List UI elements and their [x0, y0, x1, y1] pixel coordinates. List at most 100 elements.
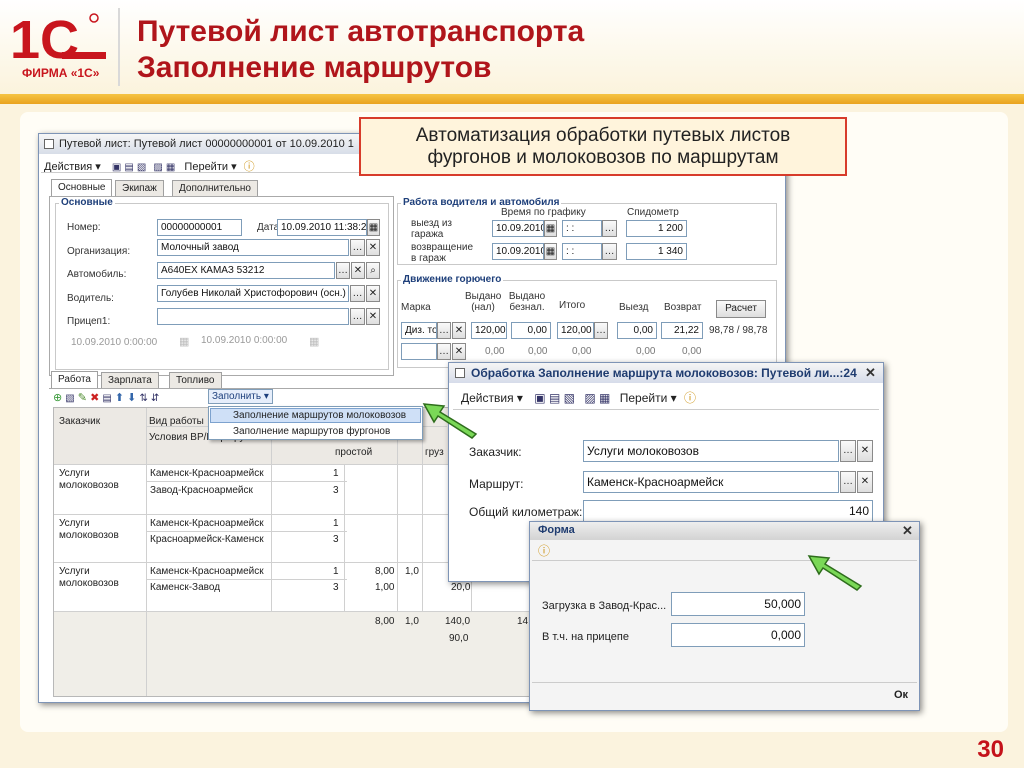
- date-field[interactable]: 10.09.2010 11:38:24: [277, 219, 367, 236]
- route-1-2[interactable]: Завод-Красноармейск: [150, 485, 253, 496]
- tab-salary[interactable]: Зарплата: [101, 372, 159, 388]
- return-time-button[interactable]: …: [602, 243, 617, 260]
- fuel-noncash-header: Выдано безнал.: [507, 291, 547, 313]
- trailer-select-button[interactable]: …: [350, 308, 365, 325]
- fuel-brand-select-button-2[interactable]: …: [437, 343, 451, 360]
- processing-goto-label: Перейти: [619, 391, 668, 405]
- move-up-icon[interactable]: ⬆: [115, 392, 124, 404]
- processing-route-clear-icon[interactable]: ✕: [857, 471, 873, 493]
- return-time[interactable]: : :: [562, 243, 602, 260]
- depart-time-button[interactable]: …: [602, 220, 617, 237]
- fuel-noncash-field[interactable]: 0,00: [511, 322, 551, 339]
- car-select-button[interactable]: …: [336, 262, 350, 279]
- return-label-1: возвращение: [411, 242, 474, 253]
- driver-select-button[interactable]: …: [350, 285, 365, 302]
- grid-h2a: [147, 531, 347, 532]
- fuel-total-field[interactable]: 120,00: [557, 322, 594, 339]
- processing-route-select-button[interactable]: …: [840, 471, 856, 493]
- tab-additional[interactable]: Дополнительно: [172, 180, 258, 196]
- processing-goto-menu[interactable]: Перейти ▾: [620, 391, 677, 405]
- customer-1-line1: Услуги: [59, 468, 90, 479]
- total-a: 8,00: [375, 616, 395, 627]
- org-clear-icon[interactable]: ✕: [366, 239, 380, 256]
- depart-odometer[interactable]: 1 200: [626, 220, 687, 237]
- fuel-total-button[interactable]: …: [594, 322, 608, 339]
- driver-field[interactable]: Голубев Николай Христофорович (осн.): [157, 285, 349, 302]
- trailer-clear-icon[interactable]: ✕: [366, 308, 380, 325]
- move-down-icon[interactable]: ⬇: [127, 392, 136, 404]
- depart-time[interactable]: : :: [562, 220, 602, 237]
- processing-save-icon[interactable]: ▣: [534, 391, 545, 405]
- route-2-2[interactable]: Красноармейск-Каменск: [150, 534, 264, 545]
- fuel-return-field[interactable]: 21,22: [661, 322, 703, 339]
- add-icon[interactable]: ⊕: [53, 392, 62, 404]
- period-to-calendar-icon[interactable]: ▦: [309, 335, 319, 348]
- car-search-icon[interactable]: ⌕: [366, 262, 380, 279]
- fuel-brand-field-2[interactable]: [401, 343, 437, 360]
- sort-desc-icon[interactable]: ⇵: [151, 393, 159, 404]
- fuel-return-2: 0,00: [682, 346, 702, 357]
- fill-button[interactable]: Заполнить ▾: [208, 389, 273, 404]
- route-3-2[interactable]: Каменск-Завод: [150, 582, 220, 593]
- processing-customer-field[interactable]: Услуги молоковозов: [583, 440, 839, 462]
- ok-button[interactable]: Ок: [894, 689, 908, 701]
- org-field[interactable]: Молочный завод: [157, 239, 349, 256]
- form-close-icon[interactable]: ✕: [902, 523, 913, 539]
- copy-row-icon[interactable]: ▧: [65, 393, 74, 404]
- depart-date[interactable]: 10.09.2010: [492, 220, 544, 237]
- tab-fuel[interactable]: Топливо: [169, 372, 222, 388]
- header-band: [0, 94, 1024, 104]
- form-trailer-field[interactable]: 0,000: [671, 623, 805, 647]
- processing-list-icon[interactable]: ▤: [549, 391, 560, 405]
- return-calendar-icon[interactable]: ▦: [544, 243, 557, 260]
- processing-close-icon[interactable]: ✕: [865, 365, 876, 381]
- car-clear-icon[interactable]: ✕: [351, 262, 365, 279]
- period-from-calendar-icon[interactable]: ▦: [179, 335, 189, 348]
- return-date[interactable]: 10.09.2010: [492, 243, 544, 260]
- number-field[interactable]: 00000000001: [157, 219, 242, 236]
- sort-asc-icon[interactable]: ⇅: [139, 393, 147, 404]
- fuel-cash-field[interactable]: 120,00: [471, 322, 507, 339]
- delete-icon[interactable]: ✖: [90, 392, 99, 404]
- fuel-brand-clear-icon[interactable]: ✕: [452, 322, 466, 339]
- form-help-icon[interactable]: ⓘ: [538, 542, 550, 559]
- fuel-out-2: 0,00: [636, 346, 656, 357]
- processing-customer-clear-icon[interactable]: ✕: [857, 440, 873, 462]
- customer-3-line2: молоковозов: [59, 578, 119, 589]
- tab-crew[interactable]: Экипаж: [115, 180, 164, 196]
- return-odometer[interactable]: 1 340: [626, 243, 687, 260]
- calendar-icon[interactable]: ▦: [367, 219, 380, 236]
- fuel-out-field[interactable]: 0,00: [617, 322, 657, 339]
- route-1-1[interactable]: Каменск-Красноармейск: [150, 468, 264, 479]
- processing-customer-select-button[interactable]: …: [840, 440, 856, 462]
- processing-km-field[interactable]: 140: [583, 500, 873, 522]
- fuel-brand-select-button[interactable]: …: [437, 322, 451, 339]
- fuel-brand-field[interactable]: Диз. то: [401, 322, 437, 339]
- org-select-button[interactable]: …: [350, 239, 365, 256]
- driver-clear-icon[interactable]: ✕: [366, 285, 380, 302]
- route-3-1[interactable]: Каменск-Красноармейск: [150, 566, 264, 577]
- tab-work[interactable]: Работа: [51, 371, 98, 388]
- edit-icon[interactable]: ✎: [78, 392, 87, 404]
- route-2-1[interactable]: Каменск-Красноармейск: [150, 518, 264, 529]
- fuel-brand-clear-icon-2[interactable]: ✕: [452, 343, 466, 360]
- car-field[interactable]: А640ЕХ КАМАЗ 53212: [157, 262, 335, 279]
- menu-item-van-routes[interactable]: Заполнение маршрутов фургонов: [233, 426, 390, 437]
- fuel-return-header: Возврат: [664, 302, 702, 313]
- count-3-1: 1: [333, 566, 339, 577]
- trailer-field[interactable]: [157, 308, 349, 325]
- tab-basic[interactable]: Основные: [51, 179, 113, 196]
- end-edit-icon[interactable]: ▤: [102, 393, 111, 404]
- processing-copy-icon[interactable]: ▧: [564, 391, 575, 405]
- depart-calendar-icon[interactable]: ▦: [544, 220, 557, 237]
- processing-doc-out-icon[interactable]: ▦: [599, 391, 610, 405]
- col-cargo: груз: [425, 447, 444, 458]
- processing-route-label: Маршрут:: [469, 477, 524, 491]
- processing-help-icon[interactable]: ⓘ: [684, 391, 696, 405]
- processing-doc-in-icon[interactable]: ▨: [584, 391, 595, 405]
- form-load-field[interactable]: 50,000: [671, 592, 805, 616]
- processing-route-field[interactable]: Каменск-Красноармейск: [583, 471, 839, 493]
- menu-item-milk-routes[interactable]: Заполнение маршрутов молоковозов: [233, 410, 406, 421]
- logo-caption: ФИРМА «1С»: [22, 66, 100, 80]
- calc-button[interactable]: Расчет: [716, 300, 766, 318]
